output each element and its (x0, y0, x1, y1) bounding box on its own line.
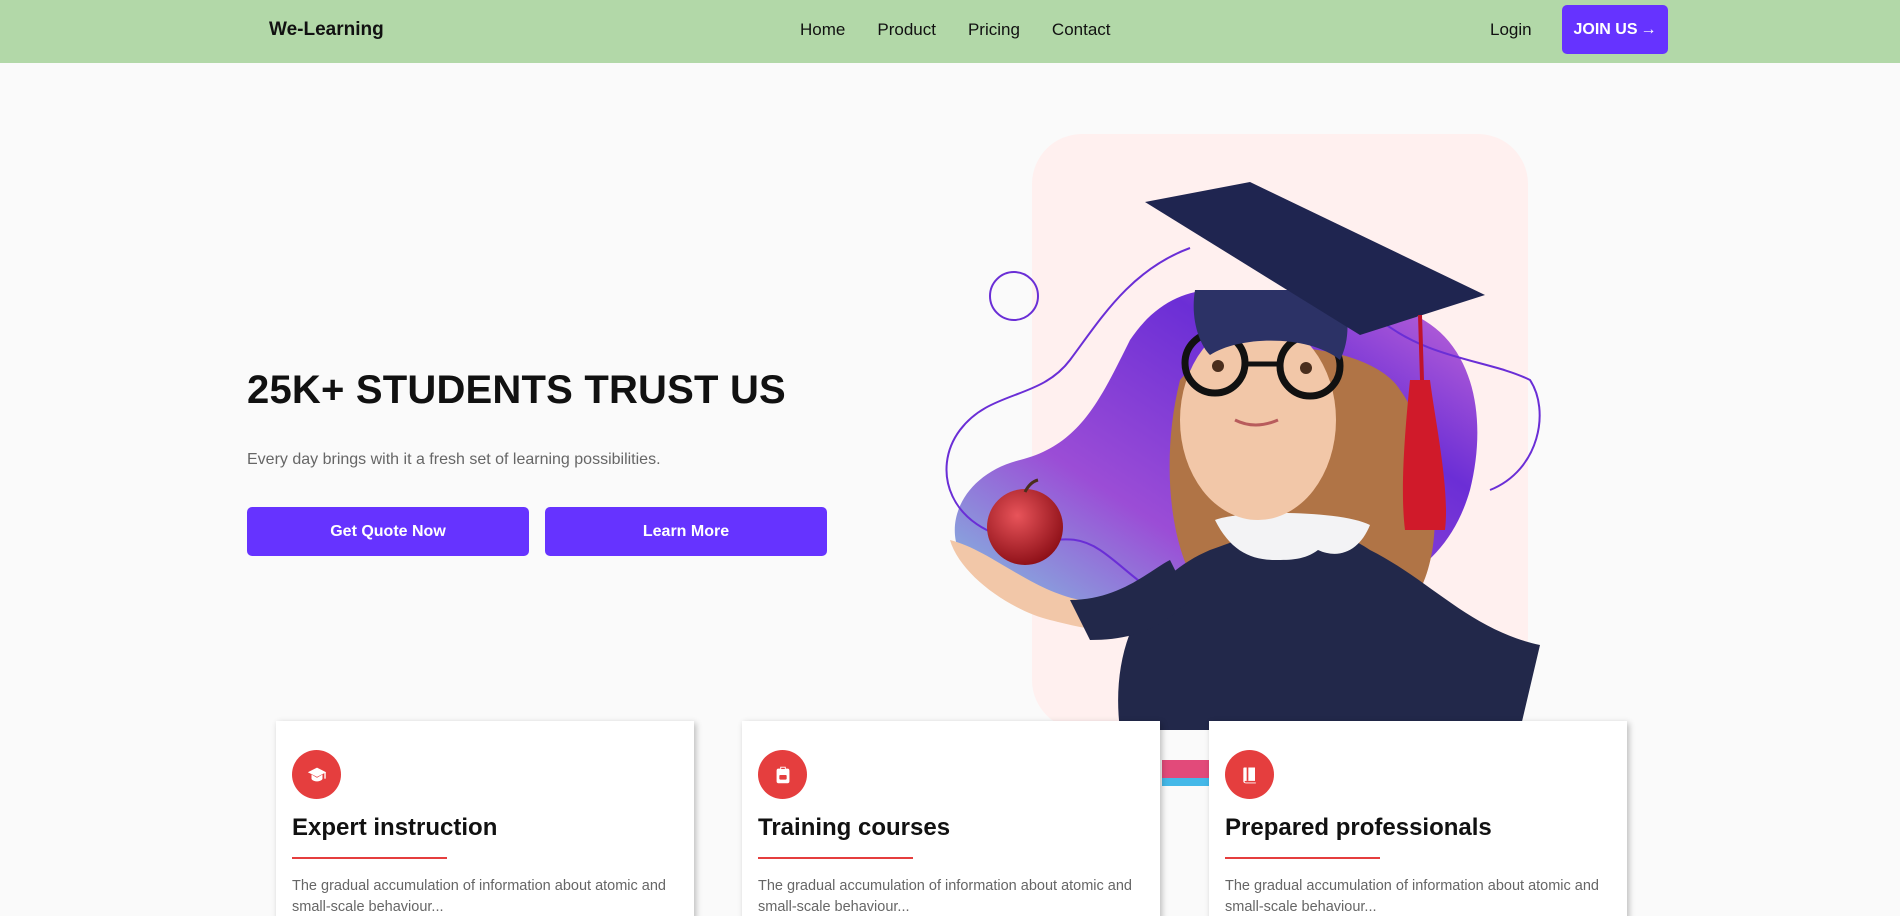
learn-more-button[interactable]: Learn More (545, 507, 827, 556)
brand-logo[interactable]: We-Learning (269, 19, 384, 41)
red-apple (987, 489, 1063, 565)
backpack-icon (758, 750, 807, 799)
join-us-label: JOIN US (1573, 20, 1638, 38)
title-underline (1225, 857, 1380, 859)
feature-title: Prepared professionals (1225, 814, 1492, 841)
main-nav: Home Product Pricing Contact (800, 20, 1111, 40)
nav-link-home[interactable]: Home (800, 20, 845, 40)
feature-title: Expert instruction (292, 814, 498, 841)
get-quote-button[interactable]: Get Quote Now (247, 507, 529, 556)
nav-link-pricing[interactable]: Pricing (968, 20, 1020, 40)
book-icon (1225, 750, 1274, 799)
feature-card-training-courses: Training courses The gradual accumulatio… (742, 721, 1160, 916)
feature-description: The gradual accumulation of information … (1225, 878, 1599, 915)
nav-link-contact[interactable]: Contact (1052, 20, 1111, 40)
feature-title: Training courses (758, 814, 951, 841)
graduation-cap-icon (292, 750, 341, 799)
decorative-ring (989, 271, 1039, 321)
girl-face (1180, 320, 1336, 520)
arrow-right-icon: → (1640, 20, 1657, 38)
login-link[interactable]: Login (1490, 20, 1532, 40)
title-underline (758, 857, 913, 859)
feature-description: The gradual accumulation of information … (758, 878, 1132, 915)
hero-title: 25K+ STUDENTS TRUST US (247, 368, 786, 412)
join-us-button[interactable]: JOIN US → (1562, 5, 1668, 54)
top-navbar: We-Learning Home Product Pricing Contact… (0, 0, 1900, 63)
nav-link-product[interactable]: Product (877, 20, 936, 40)
feature-description: The gradual accumulation of information … (292, 878, 666, 915)
hero-illustration (945, 134, 1541, 786)
hero-subtitle: Every day brings with it a fresh set of … (247, 451, 661, 468)
title-underline (292, 857, 447, 859)
feature-card-expert-instruction: Expert instruction The gradual accumulat… (276, 721, 694, 916)
feature-card-prepared-professionals: Prepared professionals The gradual accum… (1209, 721, 1627, 916)
